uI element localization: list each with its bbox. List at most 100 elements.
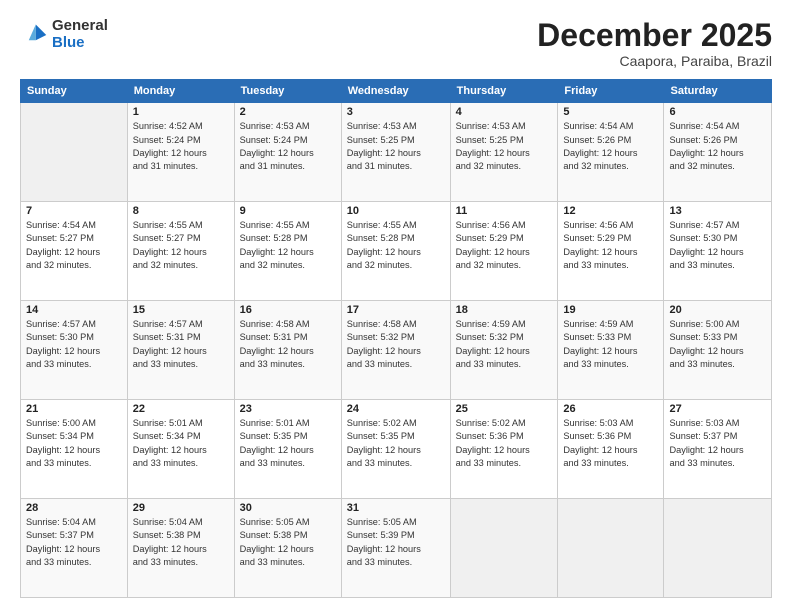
weekday-header-saturday: Saturday xyxy=(664,80,772,103)
day-number: 9 xyxy=(240,205,336,217)
day-info: Sunrise: 4:57 AM Sunset: 5:31 PM Dayligh… xyxy=(133,318,229,371)
day-info: Sunrise: 5:04 AM Sunset: 5:37 PM Dayligh… xyxy=(26,516,122,569)
calendar-cell: 20 Sunrise: 5:00 AM Sunset: 5:33 PM Dayli… xyxy=(664,301,772,400)
calendar-cell: 21 Sunrise: 5:00 AM Sunset: 5:34 PM Dayli… xyxy=(21,400,128,499)
day-number: 2 xyxy=(240,106,336,118)
location: Caapora, Paraiba, Brazil xyxy=(537,53,772,69)
day-info: Sunrise: 5:01 AM Sunset: 5:34 PM Dayligh… xyxy=(133,417,229,470)
calendar-cell: 14 Sunrise: 4:57 AM Sunset: 5:30 PM Dayli… xyxy=(21,301,128,400)
day-info: Sunrise: 4:59 AM Sunset: 5:33 PM Dayligh… xyxy=(563,318,658,371)
logo-general-text: General xyxy=(52,18,108,35)
calendar-cell: 13 Sunrise: 4:57 AM Sunset: 5:30 PM Dayli… xyxy=(664,202,772,301)
day-info: Sunrise: 4:58 AM Sunset: 5:32 PM Dayligh… xyxy=(347,318,445,371)
logo-blue-text: Blue xyxy=(52,35,108,52)
day-number: 20 xyxy=(669,304,766,316)
calendar-cell: 12 Sunrise: 4:56 AM Sunset: 5:29 PM Dayli… xyxy=(558,202,664,301)
weekday-header-friday: Friday xyxy=(558,80,664,103)
day-info: Sunrise: 4:55 AM Sunset: 5:28 PM Dayligh… xyxy=(347,219,445,272)
day-number: 23 xyxy=(240,403,336,415)
calendar-cell: 15Sunrise: 4:57 AM Sunset: 5:31 PM Dayli… xyxy=(127,301,234,400)
day-info: Sunrise: 5:03 AM Sunset: 5:36 PM Dayligh… xyxy=(563,417,658,470)
day-number: 29 xyxy=(133,502,229,514)
day-info: Sunrise: 4:59 AM Sunset: 5:32 PM Dayligh… xyxy=(456,318,553,371)
day-number: 4 xyxy=(456,106,553,118)
day-number: 1 xyxy=(133,106,229,118)
calendar-cell: 16 Sunrise: 4:58 AM Sunset: 5:31 PM Dayli… xyxy=(234,301,341,400)
day-number: 14 xyxy=(26,304,122,316)
calendar-week-4: 21 Sunrise: 5:00 AM Sunset: 5:34 PM Dayli… xyxy=(21,400,772,499)
day-number: 11 xyxy=(456,205,553,217)
calendar-cell: 3 Sunrise: 4:53 AM Sunset: 5:25 PM Daylig… xyxy=(341,103,450,202)
calendar-cell: 5 Sunrise: 4:54 AM Sunset: 5:26 PM Daylig… xyxy=(558,103,664,202)
day-info: Sunrise: 4:56 AM Sunset: 5:29 PM Dayligh… xyxy=(456,219,553,272)
calendar-cell: 19 Sunrise: 4:59 AM Sunset: 5:33 PM Dayli… xyxy=(558,301,664,400)
day-info: Sunrise: 5:00 AM Sunset: 5:33 PM Dayligh… xyxy=(669,318,766,371)
calendar-cell: 11 Sunrise: 4:56 AM Sunset: 5:29 PM Dayli… xyxy=(450,202,558,301)
day-info: Sunrise: 4:53 AM Sunset: 5:25 PM Dayligh… xyxy=(456,120,553,173)
calendar-week-2: 7Sunrise: 4:54 AM Sunset: 5:27 PM Daylig… xyxy=(21,202,772,301)
calendar-week-1: 1 Sunrise: 4:52 AM Sunset: 5:24 PM Daylig… xyxy=(21,103,772,202)
day-number: 10 xyxy=(347,205,445,217)
calendar-table: SundayMondayTuesdayWednesdayThursdayFrid… xyxy=(20,79,772,598)
day-number: 25 xyxy=(456,403,553,415)
weekday-header-thursday: Thursday xyxy=(450,80,558,103)
calendar-cell: 7Sunrise: 4:54 AM Sunset: 5:27 PM Daylig… xyxy=(21,202,128,301)
day-number: 16 xyxy=(240,304,336,316)
calendar-cell xyxy=(664,499,772,598)
day-info: Sunrise: 5:05 AM Sunset: 5:39 PM Dayligh… xyxy=(347,516,445,569)
day-info: Sunrise: 4:57 AM Sunset: 5:30 PM Dayligh… xyxy=(26,318,122,371)
day-info: Sunrise: 4:54 AM Sunset: 5:27 PM Dayligh… xyxy=(26,219,122,272)
day-info: Sunrise: 4:53 AM Sunset: 5:24 PM Dayligh… xyxy=(240,120,336,173)
day-info: Sunrise: 5:00 AM Sunset: 5:34 PM Dayligh… xyxy=(26,417,122,470)
calendar-header-row: SundayMondayTuesdayWednesdayThursdayFrid… xyxy=(21,80,772,103)
day-info: Sunrise: 5:03 AM Sunset: 5:37 PM Dayligh… xyxy=(669,417,766,470)
day-info: Sunrise: 4:56 AM Sunset: 5:29 PM Dayligh… xyxy=(563,219,658,272)
calendar-cell: 10 Sunrise: 4:55 AM Sunset: 5:28 PM Dayli… xyxy=(341,202,450,301)
day-number: 3 xyxy=(347,106,445,118)
day-info: Sunrise: 4:53 AM Sunset: 5:25 PM Dayligh… xyxy=(347,120,445,173)
calendar-cell: 29 Sunrise: 5:04 AM Sunset: 5:38 PM Dayli… xyxy=(127,499,234,598)
day-number: 31 xyxy=(347,502,445,514)
day-number: 13 xyxy=(669,205,766,217)
weekday-header-wednesday: Wednesday xyxy=(341,80,450,103)
calendar-cell: 27 Sunrise: 5:03 AM Sunset: 5:37 PM Dayli… xyxy=(664,400,772,499)
day-info: Sunrise: 4:57 AM Sunset: 5:30 PM Dayligh… xyxy=(669,219,766,272)
calendar-cell: 2 Sunrise: 4:53 AM Sunset: 5:24 PM Daylig… xyxy=(234,103,341,202)
calendar-week-3: 14 Sunrise: 4:57 AM Sunset: 5:30 PM Dayli… xyxy=(21,301,772,400)
calendar-cell xyxy=(450,499,558,598)
calendar-cell: 28 Sunrise: 5:04 AM Sunset: 5:37 PM Dayli… xyxy=(21,499,128,598)
day-info: Sunrise: 5:02 AM Sunset: 5:35 PM Dayligh… xyxy=(347,417,445,470)
day-number: 30 xyxy=(240,502,336,514)
calendar-cell: 23Sunrise: 5:01 AM Sunset: 5:35 PM Dayli… xyxy=(234,400,341,499)
day-number: 27 xyxy=(669,403,766,415)
day-number: 5 xyxy=(563,106,658,118)
calendar-week-5: 28 Sunrise: 5:04 AM Sunset: 5:37 PM Dayli… xyxy=(21,499,772,598)
day-number: 17 xyxy=(347,304,445,316)
calendar-cell: 8Sunrise: 4:55 AM Sunset: 5:27 PM Daylig… xyxy=(127,202,234,301)
calendar-cell xyxy=(21,103,128,202)
day-number: 26 xyxy=(563,403,658,415)
day-number: 6 xyxy=(669,106,766,118)
weekday-header-tuesday: Tuesday xyxy=(234,80,341,103)
day-number: 8 xyxy=(133,205,229,217)
calendar-cell: 1 Sunrise: 4:52 AM Sunset: 5:24 PM Daylig… xyxy=(127,103,234,202)
day-number: 12 xyxy=(563,205,658,217)
calendar-cell: 6Sunrise: 4:54 AM Sunset: 5:26 PM Daylig… xyxy=(664,103,772,202)
day-number: 28 xyxy=(26,502,122,514)
calendar-cell: 24 Sunrise: 5:02 AM Sunset: 5:35 PM Dayli… xyxy=(341,400,450,499)
calendar-cell: 30Sunrise: 5:05 AM Sunset: 5:38 PM Dayli… xyxy=(234,499,341,598)
logo: General Blue xyxy=(20,18,108,51)
day-info: Sunrise: 4:58 AM Sunset: 5:31 PM Dayligh… xyxy=(240,318,336,371)
day-info: Sunrise: 4:52 AM Sunset: 5:24 PM Dayligh… xyxy=(133,120,229,173)
day-number: 21 xyxy=(26,403,122,415)
day-number: 24 xyxy=(347,403,445,415)
day-info: Sunrise: 4:54 AM Sunset: 5:26 PM Dayligh… xyxy=(563,120,658,173)
calendar-cell: 25 Sunrise: 5:02 AM Sunset: 5:36 PM Dayli… xyxy=(450,400,558,499)
calendar-cell: 18Sunrise: 4:59 AM Sunset: 5:32 PM Dayli… xyxy=(450,301,558,400)
page-header: General Blue December 2025 Caapora, Para… xyxy=(20,18,772,69)
day-info: Sunrise: 5:02 AM Sunset: 5:36 PM Dayligh… xyxy=(456,417,553,470)
day-number: 19 xyxy=(563,304,658,316)
day-info: Sunrise: 5:04 AM Sunset: 5:38 PM Dayligh… xyxy=(133,516,229,569)
day-number: 22 xyxy=(133,403,229,415)
day-info: Sunrise: 4:55 AM Sunset: 5:28 PM Dayligh… xyxy=(240,219,336,272)
